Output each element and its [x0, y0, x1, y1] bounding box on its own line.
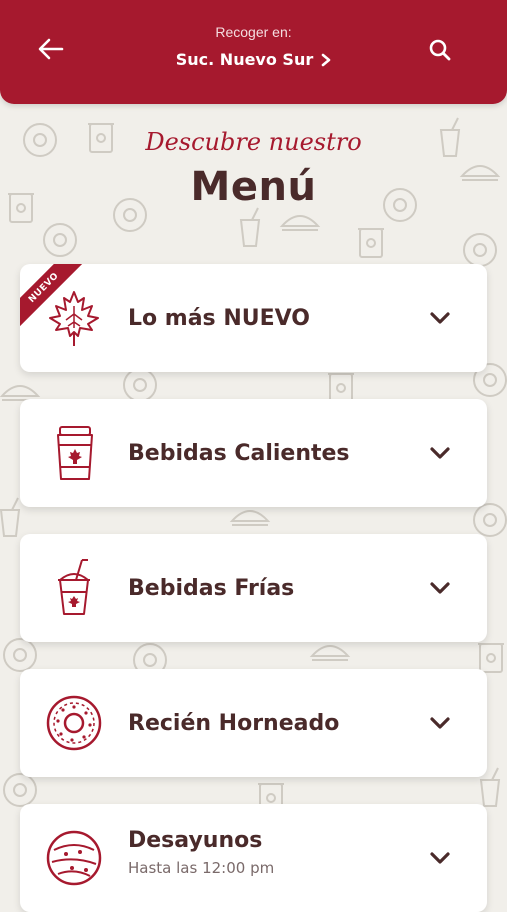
- chevron-down-icon: [430, 447, 450, 459]
- menu-category-cold-drinks[interactable]: Bebidas Frías: [20, 534, 487, 642]
- intro-script-text: Descubre nuestro: [145, 128, 362, 156]
- menu-category-label: Recién Horneado: [128, 710, 340, 736]
- donut-icon: [46, 695, 102, 751]
- chevron-down-icon: [430, 852, 450, 864]
- menu-category-breakfast[interactable]: Desayunos Hasta las 12:00 pm: [20, 804, 487, 912]
- maple-leaf-icon: [49, 291, 99, 346]
- chevron-down-icon: [430, 312, 450, 324]
- chevron-down-icon: [430, 582, 450, 594]
- search-button[interactable]: [422, 32, 458, 68]
- app-header: Recoger en: Suc. Nuevo Sur: [0, 0, 507, 104]
- menu-category-fresh-baked[interactable]: Recién Horneado: [20, 669, 487, 777]
- hot-cup-icon: [57, 426, 93, 480]
- menu-category-label: Bebidas Calientes: [128, 440, 350, 466]
- menu-category-new[interactable]: NUEVO Lo más NUEVO: [20, 264, 487, 372]
- menu-category-text: Desayunos Hasta las 12:00 pm: [128, 828, 274, 877]
- page-title: Menú: [190, 164, 317, 210]
- menu-category-label: Lo más NUEVO: [128, 305, 310, 331]
- menu-category-label: Bebidas Frías: [128, 575, 295, 601]
- menu-category-label: Desayunos: [128, 828, 263, 853]
- chevron-right-icon: [321, 53, 331, 66]
- bagel-icon: [46, 830, 102, 886]
- menu-category-hot-drinks[interactable]: Bebidas Calientes: [20, 399, 487, 507]
- menu-category-sublabel: Hasta las 12:00 pm: [128, 859, 275, 877]
- store-name: Suc. Nuevo Sur: [175, 50, 314, 69]
- chevron-down-icon: [430, 717, 450, 729]
- search-icon: [429, 39, 451, 61]
- cold-cup-icon: [58, 559, 90, 615]
